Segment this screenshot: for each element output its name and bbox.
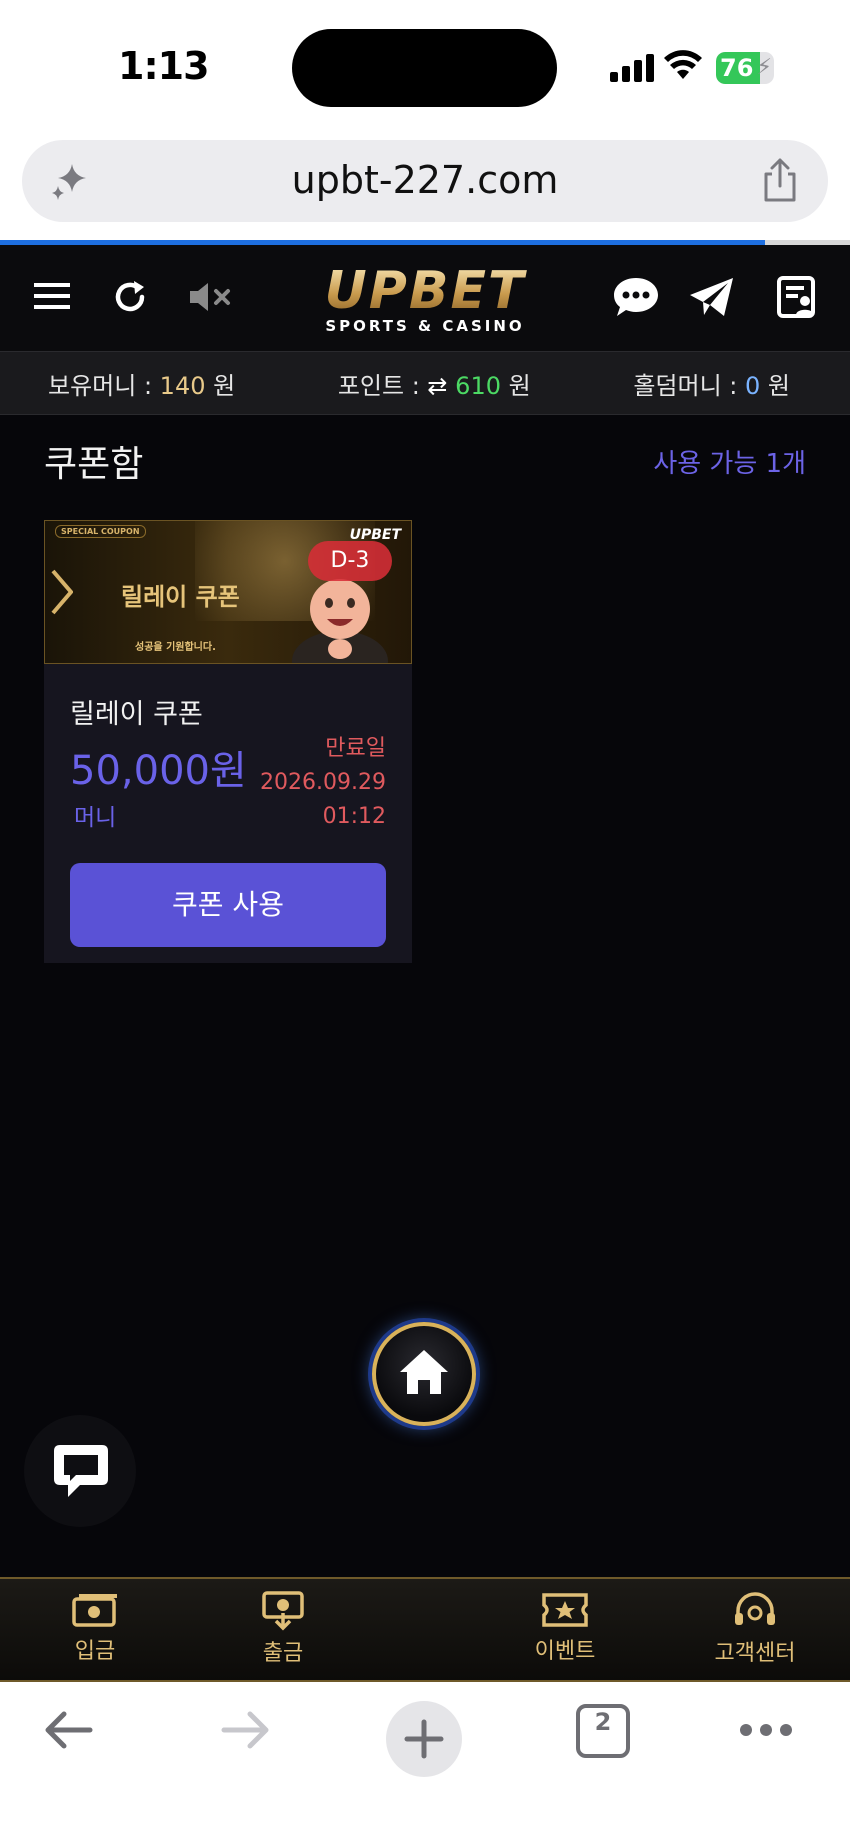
nav-event-label: 이벤트	[534, 1639, 596, 1664]
banner-tag: SPECIAL COUPON	[55, 525, 146, 538]
nav-support[interactable]: 고객센터	[680, 1591, 830, 1667]
browser-toolbar: 2	[0, 1682, 850, 1848]
holdem-value: 0	[745, 371, 761, 400]
coupon-expiry: 만료일 2026.09.29 01:12	[260, 732, 386, 834]
plus-icon	[404, 1719, 444, 1759]
banner-title: 릴레이 쿠폰	[121, 583, 240, 611]
holdem-balance: 홀덤머니 : 0 원	[633, 366, 790, 401]
money-balance: 보유머니 : 140 원	[48, 366, 235, 401]
share-icon[interactable]	[758, 156, 802, 204]
coupon-card: SPECIAL COUPON 릴레이 쿠폰 성공을 기원합니다. UPBET D…	[44, 520, 412, 963]
mute-icon[interactable]	[188, 279, 234, 315]
holdem-unit: 원	[760, 371, 790, 400]
battery-level: 76	[720, 54, 754, 82]
nav-withdraw[interactable]: 출금	[208, 1591, 358, 1667]
chat-icon	[54, 1445, 108, 1497]
dynamic-island	[292, 29, 557, 107]
site-header: UPBET SPORTS & CASINO	[0, 245, 850, 351]
withdraw-icon	[262, 1591, 304, 1631]
money-unit: 원	[205, 371, 236, 400]
tabs-button[interactable]: 2	[576, 1704, 630, 1758]
home-button[interactable]	[372, 1322, 476, 1426]
balance-bar: 보유머니 : 140 원 포인트 : ⇄ 610 원 홀덤머니 : 0 원	[0, 351, 850, 415]
logo-tagline: SPORTS & CASINO	[325, 317, 525, 335]
upbet-logo[interactable]: UPBET SPORTS & CASINO	[300, 265, 550, 335]
address-bar[interactable]: upbt-227.com	[22, 140, 828, 222]
status-time: 1:13	[118, 44, 210, 88]
coupon-name: 릴레이 쿠폰	[70, 699, 203, 730]
status-bar: 1:13 76 ⚡	[0, 0, 850, 130]
page-title: 쿠폰함	[44, 444, 144, 485]
nav-event[interactable]: 이벤트	[490, 1591, 640, 1665]
money-value: 140	[159, 371, 206, 400]
new-tab-button[interactable]	[386, 1701, 462, 1777]
more-options-icon[interactable]	[738, 1722, 794, 1738]
banner-subtitle: 성공을 기원합니다.	[135, 642, 216, 653]
hamburger-menu-icon[interactable]	[32, 279, 72, 313]
coupon-amount: 50,000원	[70, 748, 247, 794]
url-text[interactable]: upbt-227.com	[22, 158, 828, 202]
notice-board-icon[interactable]	[776, 275, 818, 319]
expiry-label: 만료일	[325, 736, 386, 761]
nav-support-label: 고객센터	[714, 1641, 796, 1666]
d-day-badge: D-3	[308, 541, 392, 581]
expiry-date: 2026.09.29	[260, 770, 386, 795]
coupon-banner-image: SPECIAL COUPON 릴레이 쿠폰 성공을 기원합니다. UPBET D…	[44, 520, 412, 664]
bottom-nav: 입금 출금 이벤트 고객센터	[0, 1577, 850, 1682]
app-view: UPBET SPORTS & CASINO 보유머니 : 140 원 포인트 :…	[0, 245, 850, 1682]
cellular-signal-icon	[610, 52, 654, 82]
nav-deposit[interactable]: 입금	[20, 1591, 170, 1665]
battery-icon: 76 ⚡	[716, 52, 774, 84]
chevron-right-icon	[51, 569, 73, 615]
charging-bolt-icon: ⚡	[756, 55, 772, 80]
back-arrow-icon[interactable]	[40, 1706, 96, 1754]
wifi-icon	[664, 50, 702, 79]
exchange-icon[interactable]: ⇄	[427, 372, 455, 400]
logo-wordmark: UPBET	[300, 265, 550, 317]
nav-withdraw-label: 출금	[262, 1641, 304, 1666]
use-coupon-button[interactable]: 쿠폰 사용	[70, 863, 386, 947]
home-icon	[400, 1350, 448, 1394]
forward-arrow-icon[interactable]	[218, 1706, 274, 1754]
holdem-label: 홀덤머니 :	[633, 371, 745, 400]
point-label: 포인트 :	[337, 371, 428, 400]
expiry-time: 01:12	[322, 804, 386, 829]
point-value: 610	[455, 371, 501, 400]
live-chat-button[interactable]	[24, 1415, 136, 1527]
point-unit: 원	[500, 371, 531, 400]
coupon-type: 머니	[74, 805, 117, 831]
point-balance[interactable]: 포인트 : ⇄ 610 원	[338, 366, 531, 401]
telegram-icon[interactable]	[688, 275, 736, 319]
deposit-icon	[72, 1594, 117, 1627]
nav-deposit-label: 입금	[74, 1639, 116, 1664]
event-ticket-icon	[542, 1593, 588, 1627]
refresh-icon[interactable]	[110, 277, 150, 317]
money-label: 보유머니 :	[48, 371, 160, 400]
chat-bubble-icon[interactable]	[612, 275, 660, 319]
available-count: 사용 가능 1개	[653, 449, 806, 479]
headset-icon	[735, 1592, 775, 1625]
